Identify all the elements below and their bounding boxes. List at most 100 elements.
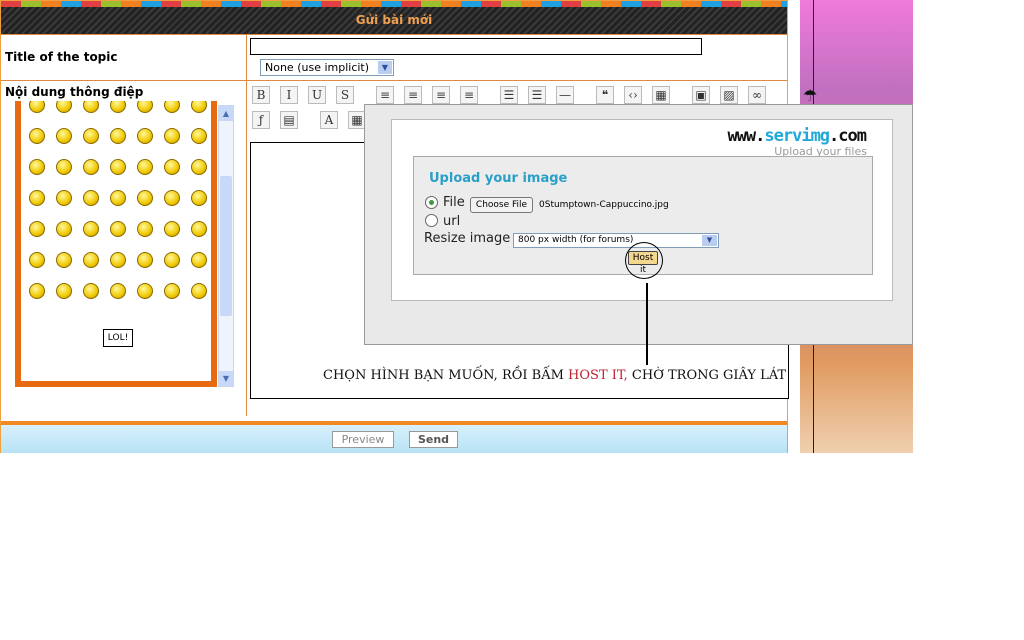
smiley-icon[interactable] — [137, 101, 153, 113]
resize-select-value: 800 px width (for forums) — [518, 235, 634, 245]
smiley-icon[interactable] — [110, 101, 126, 113]
smiley-icon[interactable] — [110, 221, 126, 237]
smiley-icon[interactable] — [56, 159, 72, 175]
column-divider — [246, 34, 247, 416]
logo-brand: servimg — [764, 126, 830, 146]
caption-highlight: HOST IT, — [568, 368, 628, 383]
toolbar-image-button[interactable]: ▨ — [720, 86, 738, 104]
smiley-icon[interactable] — [164, 283, 180, 299]
smiley-icon[interactable] — [191, 101, 207, 113]
choose-file-button[interactable]: Choose File — [470, 197, 533, 213]
form-footer: Preview Send — [1, 421, 787, 453]
smiley-icon[interactable] — [56, 128, 72, 144]
pointer-line — [646, 283, 648, 365]
toolbar-quote-button[interactable]: ❝ — [596, 86, 614, 104]
smiley-icon[interactable] — [56, 190, 72, 206]
smiley-icon[interactable] — [83, 252, 99, 268]
toolbar-bullet-list-button[interactable]: ☰ — [500, 86, 518, 104]
toolbar-B-button[interactable]: B — [252, 86, 270, 104]
scroll-up-icon[interactable]: ▲ — [219, 106, 233, 121]
caption-part2: CHỜ TRONG GIÂY LÁT — [627, 368, 787, 383]
form-title: Gửi bài mới — [1, 7, 787, 34]
smiley-icon[interactable] — [29, 101, 45, 113]
smiley-icon[interactable] — [164, 221, 180, 237]
smiley-icon[interactable] — [164, 128, 180, 144]
smiley-icon[interactable] — [137, 283, 153, 299]
smiley-icon[interactable] — [191, 283, 207, 299]
smiley-icon[interactable] — [83, 221, 99, 237]
toolbar-numbered-list-button[interactable]: ☰ — [528, 86, 546, 104]
instruction-caption: CHỌN HÌNH BẠN MUỐN, RỒI BẤM HOST IT, CHỜ… — [321, 368, 789, 383]
smiley-icon[interactable] — [56, 101, 72, 113]
toolbar-U-button[interactable]: U — [308, 86, 326, 104]
toolbar-S-button[interactable]: S — [336, 86, 354, 104]
toolbar-code-button[interactable]: ‹› — [624, 86, 642, 104]
lol-smiley-sign[interactable]: LOL! — [103, 329, 133, 347]
toolbar-font-button[interactable]: A — [320, 111, 338, 129]
chevron-down-icon: ▼ — [702, 235, 717, 246]
smiley-icon[interactable] — [191, 252, 207, 268]
smiley-icon[interactable] — [137, 128, 153, 144]
scroll-thumb[interactable] — [220, 176, 232, 316]
smiley-icon[interactable] — [137, 252, 153, 268]
smiley-icon[interactable] — [137, 221, 153, 237]
smiley-icon[interactable] — [110, 252, 126, 268]
smiley-icon[interactable] — [164, 190, 180, 206]
chevron-down-icon: ▼ — [378, 61, 392, 74]
logo-prefix: www. — [727, 126, 765, 146]
topic-title-input[interactable] — [250, 38, 702, 55]
toolbar-flash-button[interactable]: ƒ — [252, 111, 270, 129]
smiley-icon[interactable] — [29, 190, 45, 206]
smiley-icon[interactable] — [191, 159, 207, 175]
smiley-icon[interactable] — [164, 159, 180, 175]
smiley-icon[interactable] — [110, 190, 126, 206]
smiley-icon[interactable] — [83, 159, 99, 175]
smiley-icon[interactable] — [83, 101, 99, 113]
smiley-icon[interactable] — [191, 128, 207, 144]
smiley-icon[interactable] — [164, 252, 180, 268]
toolbar-align-left-button[interactable]: ≡ — [376, 86, 394, 104]
smilies-scrollbar[interactable]: ▲ ▼ — [218, 105, 234, 387]
preview-button[interactable]: Preview — [332, 431, 394, 448]
smiley-icon[interactable] — [83, 283, 99, 299]
smiley-icon[interactable] — [29, 283, 45, 299]
toolbar-align-right-button[interactable]: ≡ — [432, 86, 450, 104]
resize-select[interactable]: 800 px width (for forums) ▼ — [513, 233, 719, 248]
smilies-panel: LOL! — [15, 101, 217, 387]
smiley-icon[interactable] — [110, 128, 126, 144]
smiley-icon[interactable] — [29, 252, 45, 268]
file-label: File — [443, 195, 465, 210]
upload-heading: Upload your image — [429, 171, 568, 186]
smiley-icon[interactable] — [164, 101, 180, 113]
file-radio[interactable] — [425, 196, 438, 209]
smiley-icon[interactable] — [56, 252, 72, 268]
url-radio[interactable] — [425, 214, 438, 227]
smiley-icon[interactable] — [191, 190, 207, 206]
smiley-icon[interactable] — [137, 159, 153, 175]
toolbar-horizontal-rule-button[interactable]: — — [556, 86, 574, 104]
smiley-icon[interactable] — [29, 128, 45, 144]
smiley-icon[interactable] — [191, 221, 207, 237]
toolbar-align-center-button[interactable]: ≡ — [404, 86, 422, 104]
resize-label: Resize image — [424, 231, 511, 246]
send-button[interactable]: Send — [409, 431, 458, 448]
upload-dialog: www.servimg.com Upload your files Upload… — [364, 104, 913, 345]
post-icon-select-value: None (use implicit) — [265, 61, 370, 74]
smiley-icon[interactable] — [83, 190, 99, 206]
smiley-icon[interactable] — [29, 221, 45, 237]
smiley-icon[interactable] — [29, 159, 45, 175]
toolbar-justify-button[interactable]: ≡ — [460, 86, 478, 104]
toolbar-image-host-button[interactable]: ▣ — [692, 86, 710, 104]
scroll-down-icon[interactable]: ▼ — [219, 371, 233, 386]
smiley-icon[interactable] — [83, 128, 99, 144]
smiley-icon[interactable] — [56, 283, 72, 299]
toolbar-I-button[interactable]: I — [280, 86, 298, 104]
smiley-icon[interactable] — [110, 159, 126, 175]
toolbar-table-button[interactable]: ▦ — [652, 86, 670, 104]
post-icon-select[interactable]: None (use implicit) ▼ — [260, 59, 394, 76]
smiley-icon[interactable] — [110, 283, 126, 299]
smiley-icon[interactable] — [137, 190, 153, 206]
toolbar-video-button[interactable]: ▤ — [280, 111, 298, 129]
smiley-icon[interactable] — [56, 221, 72, 237]
toolbar-link-button[interactable]: ∞ — [748, 86, 766, 104]
